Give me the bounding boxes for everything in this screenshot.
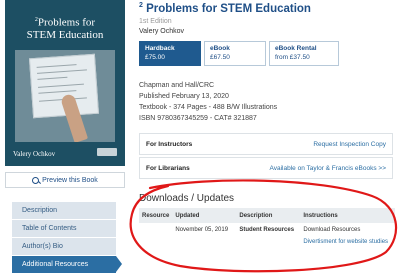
- nav-item-description[interactable]: Description: [12, 202, 116, 219]
- divertisment-link[interactable]: Divertisment for website studies: [303, 238, 392, 247]
- book-author[interactable]: Valery Ochkov: [139, 28, 184, 35]
- preview-book-label: Preview this Book: [42, 176, 98, 184]
- col-instructions: Instructions: [300, 208, 395, 223]
- cell-description: Student Resources: [239, 227, 295, 233]
- librarians-label: For Librarians: [146, 164, 190, 172]
- book-details: Textbook - 374 Pages - 488 B/W Illustrat…: [139, 104, 278, 111]
- table-row: November 05, 2019 Student Resources Down…: [139, 223, 395, 250]
- nav-item-table-of-contents[interactable]: Table of Contents: [12, 220, 116, 237]
- publisher-logo: [97, 148, 117, 156]
- cell-updated: November 05, 2019: [175, 227, 229, 233]
- search-icon: [32, 176, 40, 184]
- taylor-francis-ebooks-link[interactable]: Available on Taylor & Francis eBooks >>: [270, 165, 386, 172]
- book-edition: 1st Edition: [139, 18, 172, 25]
- col-updated: Updated: [172, 208, 237, 223]
- format-ebook-rental[interactable]: eBook Rental from £37.50: [269, 41, 339, 66]
- book-cover-image: 2Problems for STEM Education Valery Ochk…: [5, 0, 125, 166]
- publish-date: Published February 13, 2020: [139, 93, 229, 100]
- nav-item-author-bio[interactable]: Author(s) Bio: [12, 238, 116, 255]
- col-description: Description: [236, 208, 301, 223]
- cover-author: Valery Ochkov: [13, 150, 56, 158]
- format-hardback[interactable]: Hardback £75.00: [139, 41, 201, 66]
- table-header-row: Resource Updated Description Instruction…: [139, 208, 395, 223]
- instructors-label: For Instructors: [146, 140, 193, 148]
- downloads-heading: Downloads / Updates: [139, 193, 235, 204]
- downloads-table: Resource Updated Description Instruction…: [139, 208, 395, 250]
- cell-instructions: Download Resources Divertisment for webs…: [300, 223, 395, 250]
- instructors-box: For Instructors Request Inspection Copy: [139, 133, 393, 155]
- download-resources-text: Download Resources: [303, 227, 361, 233]
- isbn: ISBN 9780367345259 - CAT# 321887: [139, 115, 257, 122]
- cell-resource: [139, 223, 172, 250]
- format-ebook[interactable]: eBook £67.50: [204, 41, 266, 66]
- nav-item-additional-resources[interactable]: Additional Resources: [12, 256, 122, 273]
- book-title: 2 Problems for STEM Education: [139, 2, 311, 15]
- side-nav: Description Table of Contents Author(s) …: [12, 202, 122, 274]
- librarians-box: For Librarians Available on Taylor & Fra…: [139, 157, 393, 179]
- publisher: Chapman and Hall/CRC: [139, 82, 215, 89]
- col-resource: Resource: [139, 208, 173, 223]
- request-inspection-link[interactable]: Request Inspection Copy: [313, 141, 386, 148]
- publication-info: Chapman and Hall/CRC Published February …: [139, 80, 277, 124]
- cover-photo: [15, 50, 115, 142]
- cover-title: 2Problems for STEM Education: [26, 16, 104, 41]
- preview-book-button[interactable]: Preview this Book: [5, 172, 125, 188]
